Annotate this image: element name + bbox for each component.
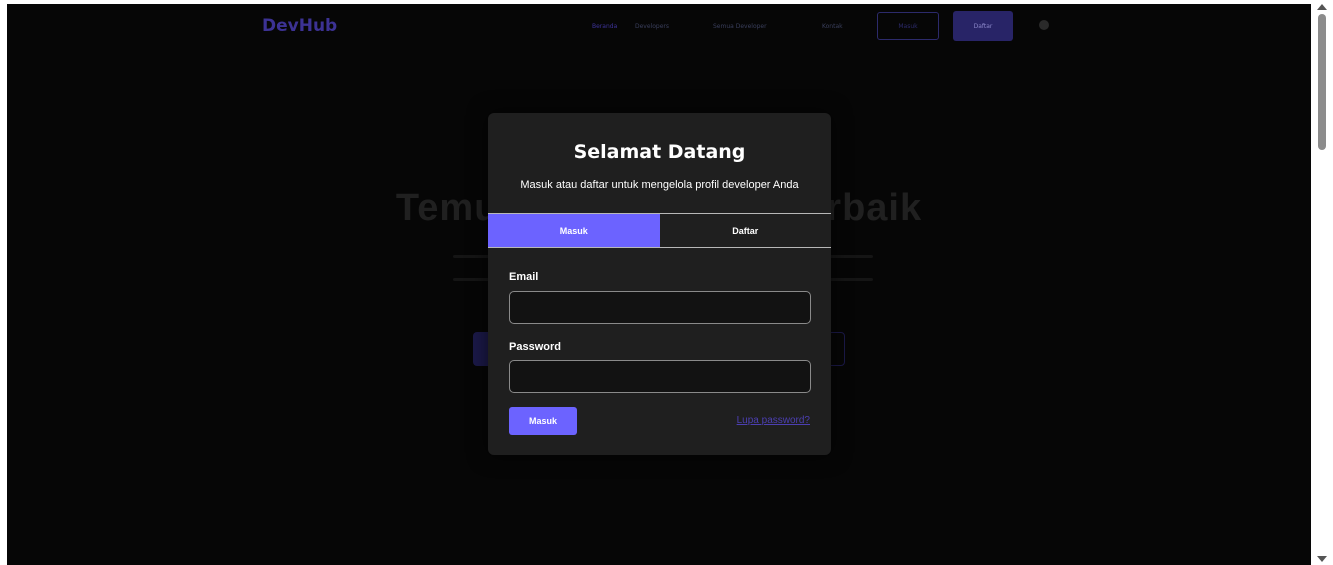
nav-link-home[interactable]: Beranda (592, 23, 617, 30)
auth-tabs: Masuk Daftar (488, 213, 831, 248)
nav-login-button[interactable]: Masuk (877, 12, 939, 40)
modal-subtitle: Masuk atau daftar untuk mengelola profil… (520, 179, 799, 191)
scroll-down-arrow-icon[interactable] (1317, 556, 1327, 562)
modal-title: Selamat Datang (573, 141, 746, 163)
site-logo[interactable]: DevHub (262, 16, 337, 36)
theme-toggle-icon[interactable] (1039, 20, 1049, 30)
nav-link-developers[interactable]: Developers (635, 23, 669, 30)
forgot-password-link[interactable]: Lupa password? (737, 415, 810, 426)
nav-link-contact[interactable]: Kontak (822, 23, 843, 30)
password-label: Password (509, 341, 561, 353)
scroll-up-arrow-icon[interactable] (1317, 4, 1327, 10)
email-field[interactable] (509, 291, 811, 324)
auth-modal: Selamat Datang Masuk atau daftar untuk m… (488, 113, 831, 455)
tab-login[interactable]: Masuk (488, 214, 660, 247)
tab-register[interactable]: Daftar (659, 214, 831, 247)
navbar: DevHub Beranda Developers Semua Develope… (7, 4, 1311, 48)
email-label: Email (509, 271, 539, 283)
browser-viewport: DevHub Beranda Developers Semua Develope… (7, 4, 1311, 565)
login-submit-button[interactable]: Masuk (509, 407, 577, 435)
nav-register-button[interactable]: Daftar (953, 11, 1013, 41)
password-field[interactable] (509, 360, 811, 393)
page-scrollbar[interactable] (1311, 0, 1333, 565)
nav-link-all-developers[interactable]: Semua Developer (713, 23, 767, 30)
scrollbar-thumb[interactable] (1318, 14, 1326, 150)
